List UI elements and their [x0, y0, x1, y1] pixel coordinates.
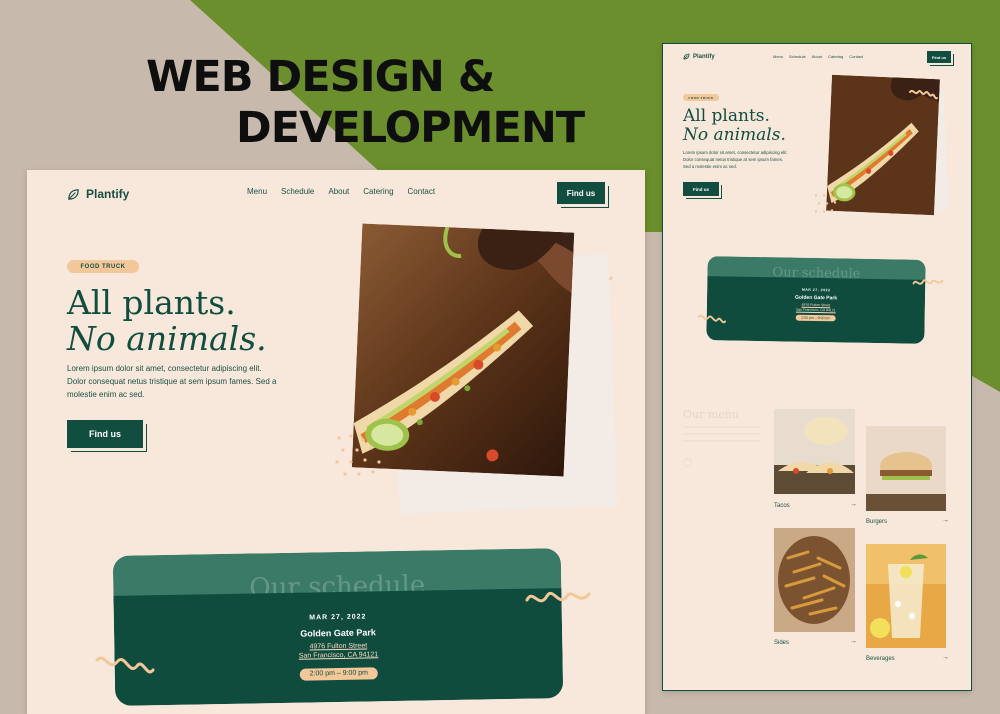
menu-item-label[interactable]: Sides [774, 640, 789, 646]
hero-title-line-2: No animals. [683, 125, 786, 145]
hero-find-us-button[interactable]: Find us [683, 182, 719, 196]
arrow-right-icon[interactable]: → [850, 501, 857, 508]
menu-more-icon[interactable] [683, 458, 692, 467]
food-truck-badge: FOOD TRUCK [683, 94, 719, 101]
hero-title-line-1: All plants. [683, 106, 770, 126]
nav-about[interactable]: About [328, 187, 349, 196]
nav-bar: Menu Schedule About Catering Contact [247, 187, 435, 196]
nav-schedule[interactable]: Schedule [789, 54, 806, 59]
menu-card-beverages-image[interactable] [866, 544, 946, 648]
hero-find-us-button[interactable]: Find us [67, 420, 143, 448]
menu-card-sides-image[interactable] [774, 528, 855, 632]
menu-description-placeholder [683, 426, 761, 447]
schedule-time: 2:00 pm – 9:00 pm [299, 667, 378, 681]
squiggle-decoration [525, 591, 591, 603]
menu-item-label[interactable]: Tacos [774, 503, 790, 509]
menu-heading: Our menu [683, 408, 739, 421]
logo-text: Plantify [86, 187, 130, 201]
squiggle-decoration [95, 656, 155, 674]
menu-item-label[interactable]: Beverages [866, 656, 895, 662]
arrow-right-icon[interactable]: → [942, 517, 949, 524]
arrow-right-icon[interactable]: → [850, 638, 857, 645]
nav-catering[interactable]: Catering [828, 54, 843, 59]
nav-contact[interactable]: Contact [849, 54, 863, 59]
nav-schedule[interactable]: Schedule [281, 187, 314, 196]
nav-contact[interactable]: Contact [408, 187, 436, 196]
leaf-icon [683, 53, 690, 60]
schedule-card: Our schedule MAR 27, 2022 Golden Gate Pa… [112, 548, 564, 706]
menu-card-burgers-image[interactable] [866, 426, 946, 511]
logo[interactable]: Plantify [683, 53, 715, 60]
nav-find-us-button[interactable]: Find us [927, 51, 951, 63]
nav-menu[interactable]: Menu [773, 54, 783, 59]
schedule-time: 2:00 pm – 9:00 pm [795, 314, 836, 322]
logo-text: Plantify [693, 53, 715, 60]
nav-find-us-button[interactable]: Find us [557, 182, 605, 204]
hero-lead-text: Lorem ipsum dolor sit amet, consectetur … [683, 150, 788, 169]
desktop-mockup: Plantify Menu Schedule About Catering Co… [27, 170, 645, 714]
food-truck-badge: FOOD TRUCK [67, 260, 139, 273]
dots-decoration [335, 434, 381, 476]
arrow-right-icon[interactable]: → [942, 654, 949, 661]
logo[interactable]: Plantify [67, 187, 129, 201]
hero-lead-text: Lorem ipsum dolor sit amet, consectetur … [67, 364, 277, 399]
nav-catering[interactable]: Catering [363, 187, 393, 196]
leaf-icon [68, 188, 79, 200]
squiggle-decoration [912, 279, 944, 285]
nav-menu[interactable]: Menu [247, 187, 267, 196]
dots-decoration [814, 194, 837, 213]
squiggle-decoration [697, 314, 727, 324]
nav-bar: Menu Schedule About Catering Contact [773, 54, 863, 59]
nav-about[interactable]: About [812, 54, 822, 59]
headline-line-2: DEVELOPMENT [236, 103, 585, 153]
menu-card-tacos-image[interactable] [774, 409, 855, 494]
hero-title-line-1: All plants. [67, 283, 236, 322]
schedule-card: Our schedule MAR 27, 2022 Golden Gate Pa… [706, 256, 926, 344]
menu-item-label[interactable]: Burgers [866, 519, 887, 525]
squiggle-decoration [909, 89, 938, 100]
full-page-mockup: Plantify Menu Schedule About Catering Co… [663, 44, 971, 690]
hero-title-line-2: No animals. [67, 319, 267, 358]
headline-line-1: WEB DESIGN & [146, 52, 495, 102]
